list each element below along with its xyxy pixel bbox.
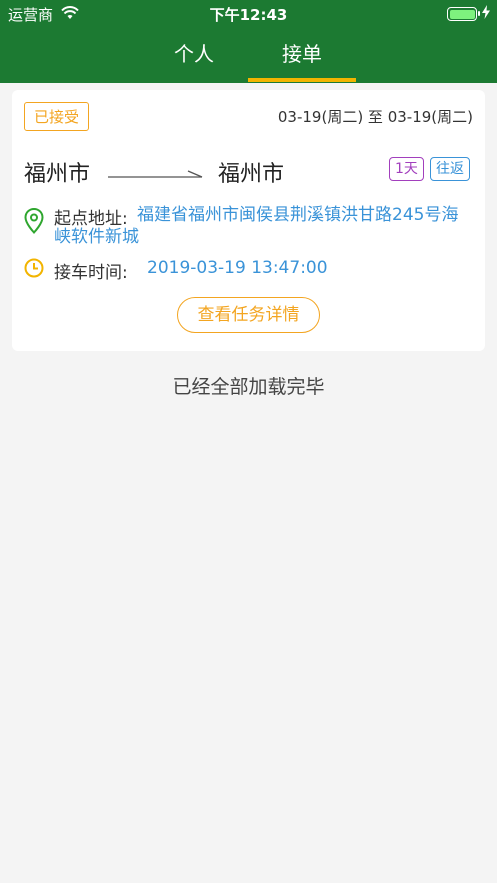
status-right	[447, 5, 491, 23]
tab-orders[interactable]: 接单	[248, 38, 356, 67]
address-value: 福建省福州市闽侯县荆溪镇洪甘路245号海峡软件新城	[54, 205, 459, 247]
tag-trip-type: 往返	[430, 157, 470, 181]
active-tab-indicator	[248, 78, 356, 82]
battery-icon	[447, 7, 480, 21]
route-to-city: 福州市	[218, 162, 285, 187]
clock-icon	[24, 258, 44, 282]
tag-days: 1天	[389, 157, 424, 181]
tab-personal[interactable]: 个人	[140, 38, 248, 67]
tab-bar: 个人 接单	[0, 26, 497, 83]
app-header: 运营商 下午12:43 个人 接单	[0, 0, 497, 83]
status-bar: 运营商 下午12:43	[0, 0, 497, 26]
route-from-city: 福州市	[24, 162, 91, 187]
load-complete-text: 已经全部加载完毕	[172, 376, 325, 398]
order-card[interactable]: 已接受 03-19(周二) 至 03-19(周二) 福州市 福州市 1天 往返 …	[12, 90, 485, 351]
view-task-detail-button[interactable]: 查看任务详情	[177, 297, 320, 333]
arrow-icon	[108, 164, 204, 183]
date-range: 03-19(周二) 至 03-19(周二)	[277, 108, 473, 126]
location-pin-icon	[24, 207, 44, 238]
status-badge: 已接受	[24, 102, 90, 131]
status-time: 下午12:43	[209, 6, 288, 24]
pickup-time-label: 接车时间:	[54, 263, 128, 283]
charging-icon	[481, 5, 491, 23]
pickup-time-value: 2019-03-19 13:47:00	[147, 258, 328, 278]
